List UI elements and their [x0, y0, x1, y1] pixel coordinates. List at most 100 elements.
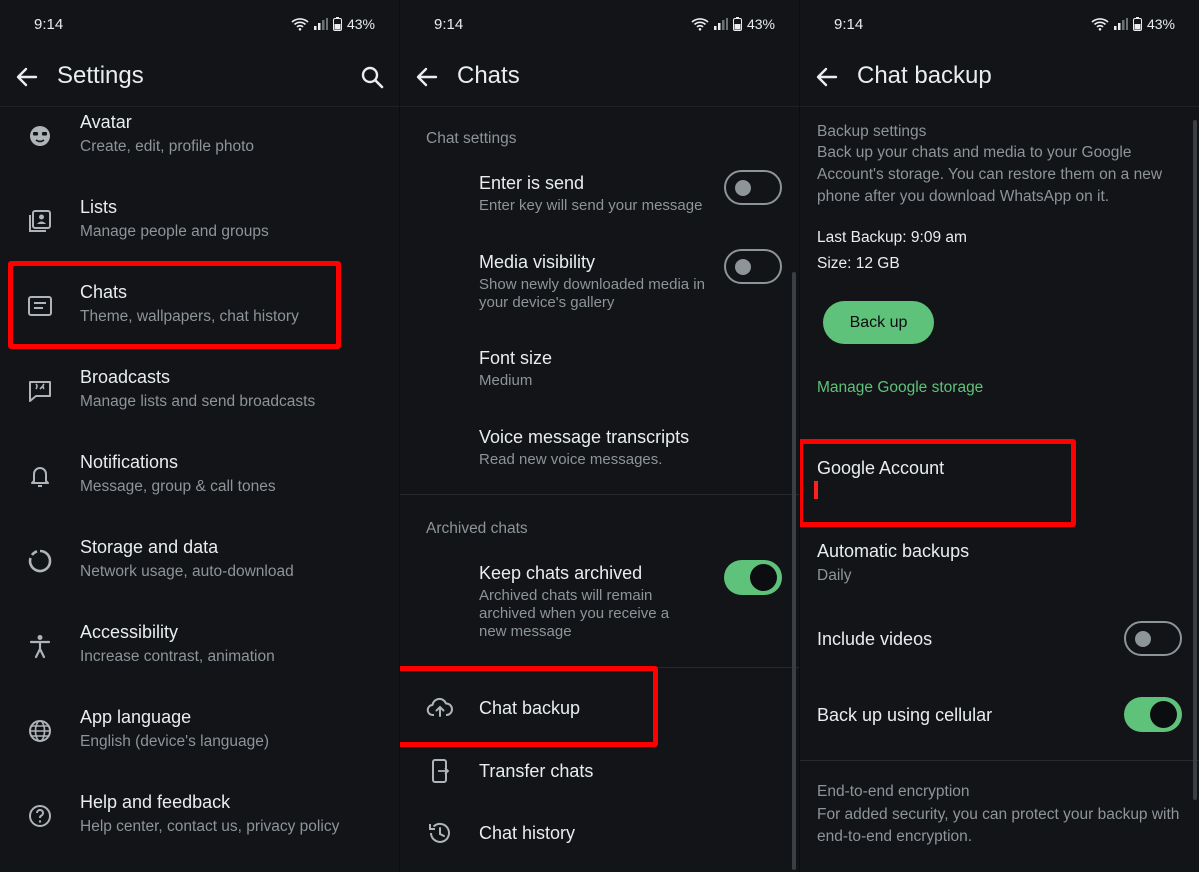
settings-item-title: Notifications	[80, 452, 179, 472]
menu-item-label: Chat history	[479, 823, 576, 843]
chat-backup-screen: 9:14 43% Chat backup Backup settings Bac…	[800, 0, 1199, 872]
highlight-box-chats	[8, 261, 341, 349]
status-time: 9:14	[434, 16, 464, 33]
backup-size-text: Size: 12 GB	[817, 255, 900, 272]
automatic-backups-value: Daily	[817, 567, 852, 584]
status-bar: 9:14 43%	[0, 0, 399, 50]
settings-item-title: Avatar	[80, 112, 132, 132]
settings-item-subtitle: Manage people and groups	[80, 223, 269, 240]
globe-icon	[29, 720, 51, 742]
include-videos-toggle[interactable]	[1124, 621, 1182, 656]
battery-icon	[732, 17, 742, 31]
avatar-icon	[30, 126, 50, 146]
chats-screen: 9:14 43% Chats Chat settings Enter is se…	[400, 0, 799, 872]
setting-subtitle: Enter key will send your message	[479, 197, 703, 214]
setting-subtitle: Medium	[479, 372, 533, 389]
settings-item-title: Help and feedback	[80, 792, 231, 812]
divider	[400, 494, 799, 495]
settings-item-title: Accessibility	[80, 622, 179, 642]
status-time: 9:14	[834, 16, 864, 33]
signal-icon	[1113, 18, 1128, 30]
battery-percent: 43%	[746, 16, 775, 32]
settings-item-subtitle: Network usage, auto-download	[80, 563, 294, 580]
status-bar: 9:14 43%	[800, 0, 1199, 50]
e2e-description[interactable]: For added security, you can protect your…	[817, 804, 1182, 848]
lists-icon	[29, 210, 51, 232]
battery-percent: 43%	[346, 16, 375, 32]
settings-item-broadcasts[interactable]: Broadcasts Manage lists and send broadca…	[0, 367, 399, 452]
settings-screen: 9:14 43% Settings Avatar Create, edit, p…	[0, 0, 399, 872]
settings-item-avatar[interactable]: Avatar Create, edit, profile photo	[0, 112, 399, 197]
page-title: Chat backup	[857, 62, 992, 89]
settings-item-accessibility[interactable]: Accessibility Increase contrast, animati…	[0, 622, 399, 707]
battery-icon	[332, 17, 342, 31]
automatic-backups-label: Automatic backups	[817, 541, 970, 561]
signal-icon	[713, 18, 728, 30]
storage-icon	[28, 549, 52, 573]
wifi-icon	[691, 18, 709, 31]
settings-item-app-language[interactable]: App language English (device's language)	[0, 707, 399, 792]
highlight-box-google-account	[800, 439, 1076, 527]
divider	[800, 760, 1199, 761]
signal-icon	[313, 18, 328, 30]
settings-item-title: Broadcasts	[80, 367, 171, 387]
wifi-icon	[291, 18, 309, 31]
scrollbar[interactable]	[792, 272, 796, 870]
battery-percent: 43%	[1146, 16, 1175, 32]
highlight-box-chat-backup	[400, 666, 658, 747]
broadcast-icon	[29, 381, 51, 402]
status-time: 9:14	[34, 16, 64, 33]
page-title: Chats	[457, 62, 520, 89]
cellular-toggle[interactable]	[1124, 697, 1182, 732]
settings-item-subtitle: Manage lists and send broadcasts	[80, 393, 316, 410]
back-up-button[interactable]: Back up	[823, 301, 934, 344]
section-header-archived: Archived chats	[426, 520, 528, 537]
app-bar: Chats	[400, 52, 799, 104]
settings-item-subtitle: Message, group & call tones	[80, 478, 276, 495]
section-header-backup-settings: Backup settings	[817, 123, 927, 140]
settings-item-subtitle: Help center, contact us, privacy policy	[80, 818, 340, 835]
help-icon	[29, 805, 51, 827]
search-icon[interactable]	[359, 64, 385, 90]
settings-item-title: App language	[80, 707, 192, 727]
settings-item-notifications[interactable]: Notifications Message, group & call tone…	[0, 452, 399, 537]
settings-item-subtitle: English (device's language)	[80, 733, 270, 750]
wifi-icon	[1091, 18, 1109, 31]
bell-icon	[31, 467, 49, 487]
status-bar: 9:14 43%	[400, 0, 799, 50]
setting-title: Keep chats archived	[479, 563, 643, 583]
setting-subtitle: Show newly downloaded media in your devi…	[479, 276, 705, 311]
section-header-chat-settings: Chat settings	[426, 130, 517, 147]
setting-title: Font size	[479, 348, 553, 368]
setting-subtitle: Read new voice messages.	[479, 451, 663, 468]
back-arrow-icon[interactable]	[414, 64, 440, 90]
page-title: Settings	[57, 62, 144, 89]
transfer-phone-icon	[432, 759, 450, 783]
settings-item-subtitle: Create, edit, profile photo	[80, 138, 255, 155]
settings-item-help[interactable]: Help and feedback Help center, contact u…	[0, 792, 399, 872]
enter-is-send-toggle[interactable]	[724, 170, 782, 205]
manage-google-storage-link[interactable]: Manage Google storage	[817, 379, 983, 397]
app-bar: Settings	[0, 52, 399, 104]
settings-item-subtitle: Increase contrast, animation	[80, 648, 275, 665]
back-arrow-icon[interactable]	[14, 64, 40, 90]
include-videos-label: Include videos	[817, 629, 933, 649]
setting-title: Voice message transcripts	[479, 427, 690, 447]
keep-archived-toggle[interactable]	[724, 560, 782, 595]
setting-subtitle: Archived chats will remain archived when…	[479, 587, 670, 640]
cellular-label: Back up using cellular	[817, 705, 993, 725]
accessibility-icon	[29, 635, 51, 659]
scrollbar[interactable]	[1193, 120, 1197, 800]
backup-description: Back up your chats and media to your Goo…	[817, 144, 1163, 205]
setting-title: Enter is send	[479, 173, 585, 193]
e2e-title: End-to-end encryption	[817, 783, 970, 800]
menu-item-label: Transfer chats	[479, 761, 594, 781]
settings-item-storage[interactable]: Storage and data Network usage, auto-dow…	[0, 537, 399, 622]
last-backup-text: Last Backup: 9:09 am	[817, 229, 967, 246]
app-bar: Chat backup	[800, 52, 1199, 104]
back-arrow-icon[interactable]	[814, 64, 840, 90]
settings-item-title: Lists	[80, 197, 118, 217]
history-icon	[429, 822, 450, 843]
battery-icon	[1132, 17, 1142, 31]
media-visibility-toggle[interactable]	[724, 249, 782, 284]
